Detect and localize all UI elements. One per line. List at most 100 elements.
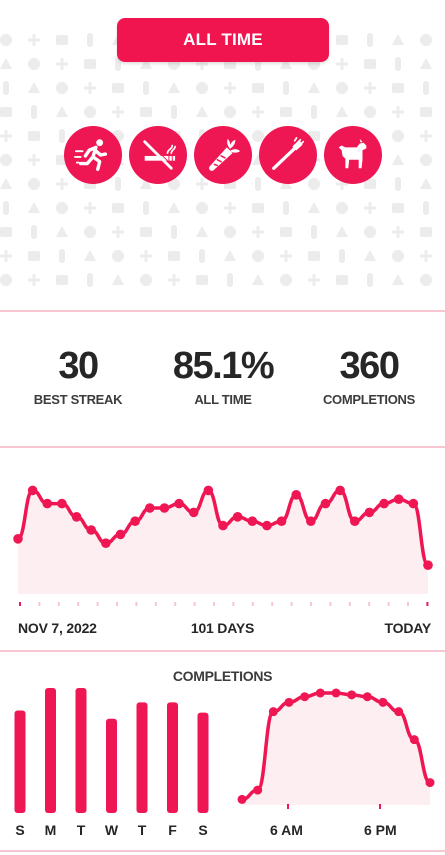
trend-point bbox=[203, 485, 214, 496]
trend-point bbox=[101, 538, 111, 548]
trend-tick bbox=[135, 602, 138, 606]
hour-point bbox=[253, 785, 263, 795]
trend-tick bbox=[271, 602, 274, 606]
running-person-icon bbox=[74, 139, 108, 171]
weekday-bar bbox=[45, 688, 56, 813]
hour-label-6am: 6 AM bbox=[270, 822, 303, 838]
hour-point bbox=[300, 692, 310, 702]
trend-point bbox=[335, 485, 345, 496]
time-of-day-chart bbox=[237, 688, 435, 809]
trend-tick bbox=[387, 602, 390, 606]
trend-point bbox=[86, 525, 97, 535]
weekday-label: T bbox=[137, 822, 147, 838]
hour-point bbox=[394, 707, 404, 717]
divider bbox=[0, 446, 445, 448]
trend-point bbox=[115, 529, 126, 540]
trend-tick bbox=[213, 602, 215, 606]
trend-point bbox=[364, 507, 375, 518]
trend-tick bbox=[154, 602, 157, 606]
hour-point bbox=[362, 692, 372, 702]
trend-tick bbox=[57, 602, 60, 606]
divider bbox=[0, 650, 445, 652]
hour-point bbox=[268, 707, 278, 717]
divider bbox=[0, 850, 445, 852]
weekday-bar-chart bbox=[14, 688, 209, 813]
completion-trend-chart bbox=[13, 485, 433, 606]
trend-span-label: 101 DAYS bbox=[190, 620, 255, 636]
habit-toothbrush[interactable] bbox=[259, 126, 317, 184]
hour-tick bbox=[379, 804, 381, 809]
weekday-bar bbox=[136, 702, 148, 813]
trend-point bbox=[262, 520, 272, 531]
hour-tick bbox=[287, 804, 289, 809]
hour-point bbox=[347, 690, 357, 700]
trend-tick bbox=[193, 602, 196, 606]
trend-tick bbox=[38, 602, 41, 606]
carrot-icon bbox=[209, 138, 241, 171]
weekday-label: S bbox=[198, 822, 208, 838]
stat-value: 30 bbox=[58, 345, 99, 387]
weekday-bar bbox=[75, 688, 87, 813]
trend-point bbox=[188, 507, 199, 518]
trend-tick bbox=[348, 602, 351, 606]
trend-tick bbox=[232, 602, 235, 606]
trend-point bbox=[393, 494, 404, 504]
trend-point bbox=[349, 516, 360, 526]
weekday-bar bbox=[14, 710, 26, 813]
trend-point bbox=[42, 498, 53, 509]
trend-point bbox=[408, 498, 419, 509]
trend-point bbox=[27, 485, 38, 496]
trend-point bbox=[276, 516, 287, 526]
habit-carrot[interactable] bbox=[194, 126, 252, 184]
toothbrush-icon bbox=[272, 137, 305, 170]
divider bbox=[0, 310, 445, 312]
trend-point bbox=[247, 516, 258, 526]
hour-point bbox=[331, 688, 341, 698]
trend-point bbox=[159, 503, 170, 513]
habit-running[interactable] bbox=[64, 126, 122, 184]
hour-point bbox=[409, 735, 419, 745]
trend-tick bbox=[96, 602, 99, 606]
trend-point bbox=[13, 534, 23, 544]
header-area: ALL TIME bbox=[0, 0, 445, 300]
weekday-label: W bbox=[104, 822, 119, 838]
trend-tick bbox=[116, 602, 118, 606]
trend-tick bbox=[77, 602, 80, 606]
trend-tick bbox=[251, 602, 254, 606]
trend-tick bbox=[426, 602, 429, 606]
trend-point bbox=[71, 512, 82, 522]
trend-point bbox=[57, 498, 67, 509]
hour-point bbox=[378, 697, 388, 707]
hour-point bbox=[284, 697, 294, 707]
trend-point bbox=[218, 520, 228, 531]
trend-point bbox=[291, 490, 302, 500]
trend-point bbox=[144, 503, 155, 513]
weekday-bar bbox=[197, 712, 209, 813]
trend-tick bbox=[368, 602, 371, 606]
stat-label: COMPLETIONS bbox=[322, 392, 416, 407]
weekday-bar bbox=[167, 702, 178, 813]
stat-label: ALL TIME bbox=[194, 392, 252, 407]
stat-value: 360 bbox=[339, 345, 400, 387]
period-selector-button[interactable]: ALL TIME bbox=[117, 18, 329, 62]
stat-value: 85.1% bbox=[172, 345, 275, 387]
hour-point bbox=[237, 794, 247, 804]
trend-tick bbox=[407, 602, 409, 606]
hour-point bbox=[315, 688, 325, 698]
trend-point bbox=[130, 516, 140, 526]
stat-completions: 360 COMPLETIONS bbox=[299, 346, 439, 407]
no-smoking-icon bbox=[143, 139, 176, 170]
trend-tick bbox=[329, 602, 332, 606]
trend-point bbox=[232, 512, 243, 522]
weekday-bar bbox=[106, 718, 117, 813]
habit-dog[interactable] bbox=[324, 126, 382, 184]
trend-area bbox=[18, 490, 428, 594]
habit-no-smoking[interactable] bbox=[129, 126, 187, 184]
stat-all-time: 85.1% ALL TIME bbox=[153, 346, 293, 407]
dog-icon bbox=[338, 138, 367, 169]
weekday-label: F bbox=[168, 822, 177, 838]
trend-point bbox=[320, 498, 331, 509]
hour-point bbox=[425, 778, 435, 788]
hour-label-6pm: 6 PM bbox=[364, 822, 397, 838]
weekday-label: M bbox=[44, 822, 57, 838]
